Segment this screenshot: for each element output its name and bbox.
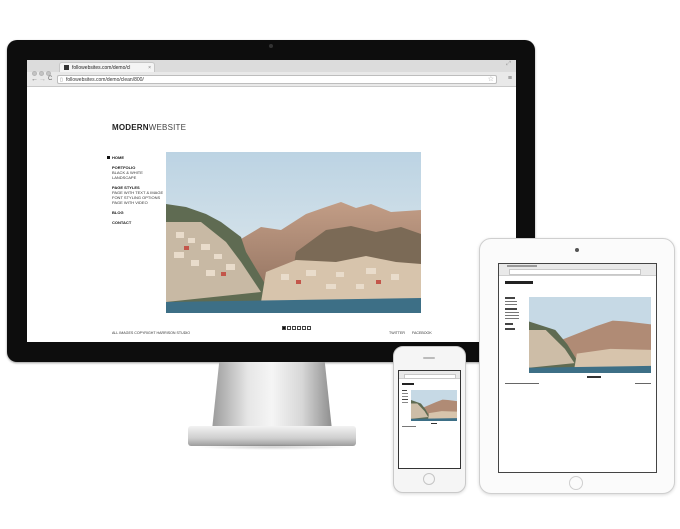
slide-dot[interactable] xyxy=(282,326,286,330)
imac-stand-shadow xyxy=(196,444,348,450)
ipad-nav-line[interactable] xyxy=(505,312,519,313)
ipad-screen xyxy=(498,263,657,473)
tab-close-icon[interactable]: × xyxy=(148,63,151,72)
iphone-speaker xyxy=(423,357,435,359)
ipad-device xyxy=(479,238,675,494)
slide-dot[interactable] xyxy=(302,326,306,330)
site-logo[interactable]: MODERNWEBSITE xyxy=(112,123,186,132)
slide-pager xyxy=(282,317,312,335)
address-bar-url: followebsites.com/demo/clean/800/ xyxy=(66,77,144,83)
forward-arrow-icon[interactable]: → xyxy=(39,75,46,84)
slide-dot[interactable] xyxy=(287,326,291,330)
ipad-tab[interactable] xyxy=(507,265,537,267)
nav-blog[interactable]: BLOG xyxy=(112,210,163,215)
iphone-address-bar[interactable] xyxy=(404,374,456,379)
ipad-nav-line[interactable] xyxy=(505,297,515,299)
iphone-device xyxy=(393,346,466,493)
ipad-coastal-photo xyxy=(529,297,651,373)
iphone-screen xyxy=(398,370,461,469)
twitter-link[interactable]: TWITTER xyxy=(389,331,405,335)
footer-social: TWITTER FACEBOOK xyxy=(383,331,432,335)
site-navigation: HOME PORTFOLIO BLACK & WHITE LANDSCAPE P… xyxy=(112,155,163,225)
back-arrow-icon[interactable]: ← xyxy=(31,75,38,84)
ipad-nav-line[interactable] xyxy=(505,323,513,325)
nav-page-video[interactable]: PAGE WITH VIDEO xyxy=(112,200,163,205)
star-icon[interactable]: ☆ xyxy=(488,75,494,84)
slide-dot[interactable] xyxy=(292,326,296,330)
ipad-camera xyxy=(575,248,579,252)
address-bar[interactable]: ▯ followebsites.com/demo/clean/800/ ☆ xyxy=(57,75,497,84)
ipad-footer-copyright xyxy=(505,383,539,384)
hero-image xyxy=(166,152,421,313)
nav-landscape[interactable]: LANDSCAPE xyxy=(112,175,163,180)
ipad-nav-line[interactable] xyxy=(505,328,515,330)
iphone-coastal-photo xyxy=(411,390,457,421)
slide-dot[interactable] xyxy=(297,326,301,330)
ipad-nav-line[interactable] xyxy=(505,315,519,316)
iphone-nav-line[interactable] xyxy=(402,399,408,400)
iphone-hero-image xyxy=(411,390,457,421)
iphone-nav-line[interactable] xyxy=(402,402,408,403)
facebook-link[interactable]: FACEBOOK xyxy=(412,331,432,335)
iphone-footer-copyright xyxy=(402,426,416,427)
iphone-nav-line[interactable] xyxy=(402,396,408,397)
nav-home[interactable]: HOME xyxy=(112,155,163,160)
ipad-nav-line[interactable] xyxy=(505,304,517,305)
ipad-hero-image xyxy=(529,297,651,373)
iphone-browser-bar xyxy=(399,371,460,379)
ipad-browser-bar xyxy=(499,264,656,276)
tab-bar: followebsites.com/demo/cl × ⤢ xyxy=(27,60,516,76)
ipad-home-button[interactable] xyxy=(569,476,583,490)
nav-row: ← → C ▯ followebsites.com/demo/clean/800… xyxy=(27,73,516,86)
tab-title: followebsites.com/demo/cl xyxy=(72,65,131,71)
ipad-slide-pager[interactable] xyxy=(587,376,601,378)
imac-stand-neck xyxy=(212,362,332,430)
iphone-slide-pager[interactable] xyxy=(431,423,437,424)
imac-display: followebsites.com/demo/cl × ⤢ ← → C ▯ fo… xyxy=(7,40,535,362)
imac-stand-base xyxy=(188,426,356,446)
nav-contact[interactable]: CONTACT xyxy=(112,220,163,225)
resize-icon[interactable]: ⤢ xyxy=(506,61,511,68)
iphone-nav-line[interactable] xyxy=(402,390,407,391)
imac-screen: followebsites.com/demo/cl × ⤢ ← → C ▯ fo… xyxy=(27,60,516,342)
page-icon: ▯ xyxy=(60,77,63,83)
iphone-nav-line[interactable] xyxy=(402,393,408,394)
menu-icon[interactable]: ≡ xyxy=(508,75,512,82)
slide-dot[interactable] xyxy=(307,326,311,330)
browser-chrome: followebsites.com/demo/cl × ⤢ ← → C ▯ fo… xyxy=(27,60,516,87)
ipad-site-logo[interactable] xyxy=(505,281,533,284)
website: MODERNWEBSITE HOME PORTFOLIO BLACK & WHI… xyxy=(27,87,516,342)
coastal-town-photo xyxy=(166,152,421,313)
ipad-nav-line[interactable] xyxy=(505,308,517,310)
favicon-icon xyxy=(64,65,69,71)
reload-icon[interactable]: C xyxy=(48,75,52,84)
ipad-nav-line[interactable] xyxy=(505,301,517,302)
iphone-home-button[interactable] xyxy=(423,473,435,485)
ipad-footer-social[interactable] xyxy=(635,383,651,384)
ipad-nav-line[interactable] xyxy=(505,318,519,319)
logo-light: WEBSITE xyxy=(148,123,187,132)
logo-bold: MODERN xyxy=(112,123,149,132)
imac-camera xyxy=(269,44,273,48)
footer-copyright: ALL IMAGES COPYRIGHT HARRISON STUDIO xyxy=(112,331,191,335)
ipad-address-bar[interactable] xyxy=(509,269,641,275)
iphone-site-logo[interactable] xyxy=(402,383,414,385)
browser-tab[interactable]: followebsites.com/demo/cl × xyxy=(59,62,155,72)
